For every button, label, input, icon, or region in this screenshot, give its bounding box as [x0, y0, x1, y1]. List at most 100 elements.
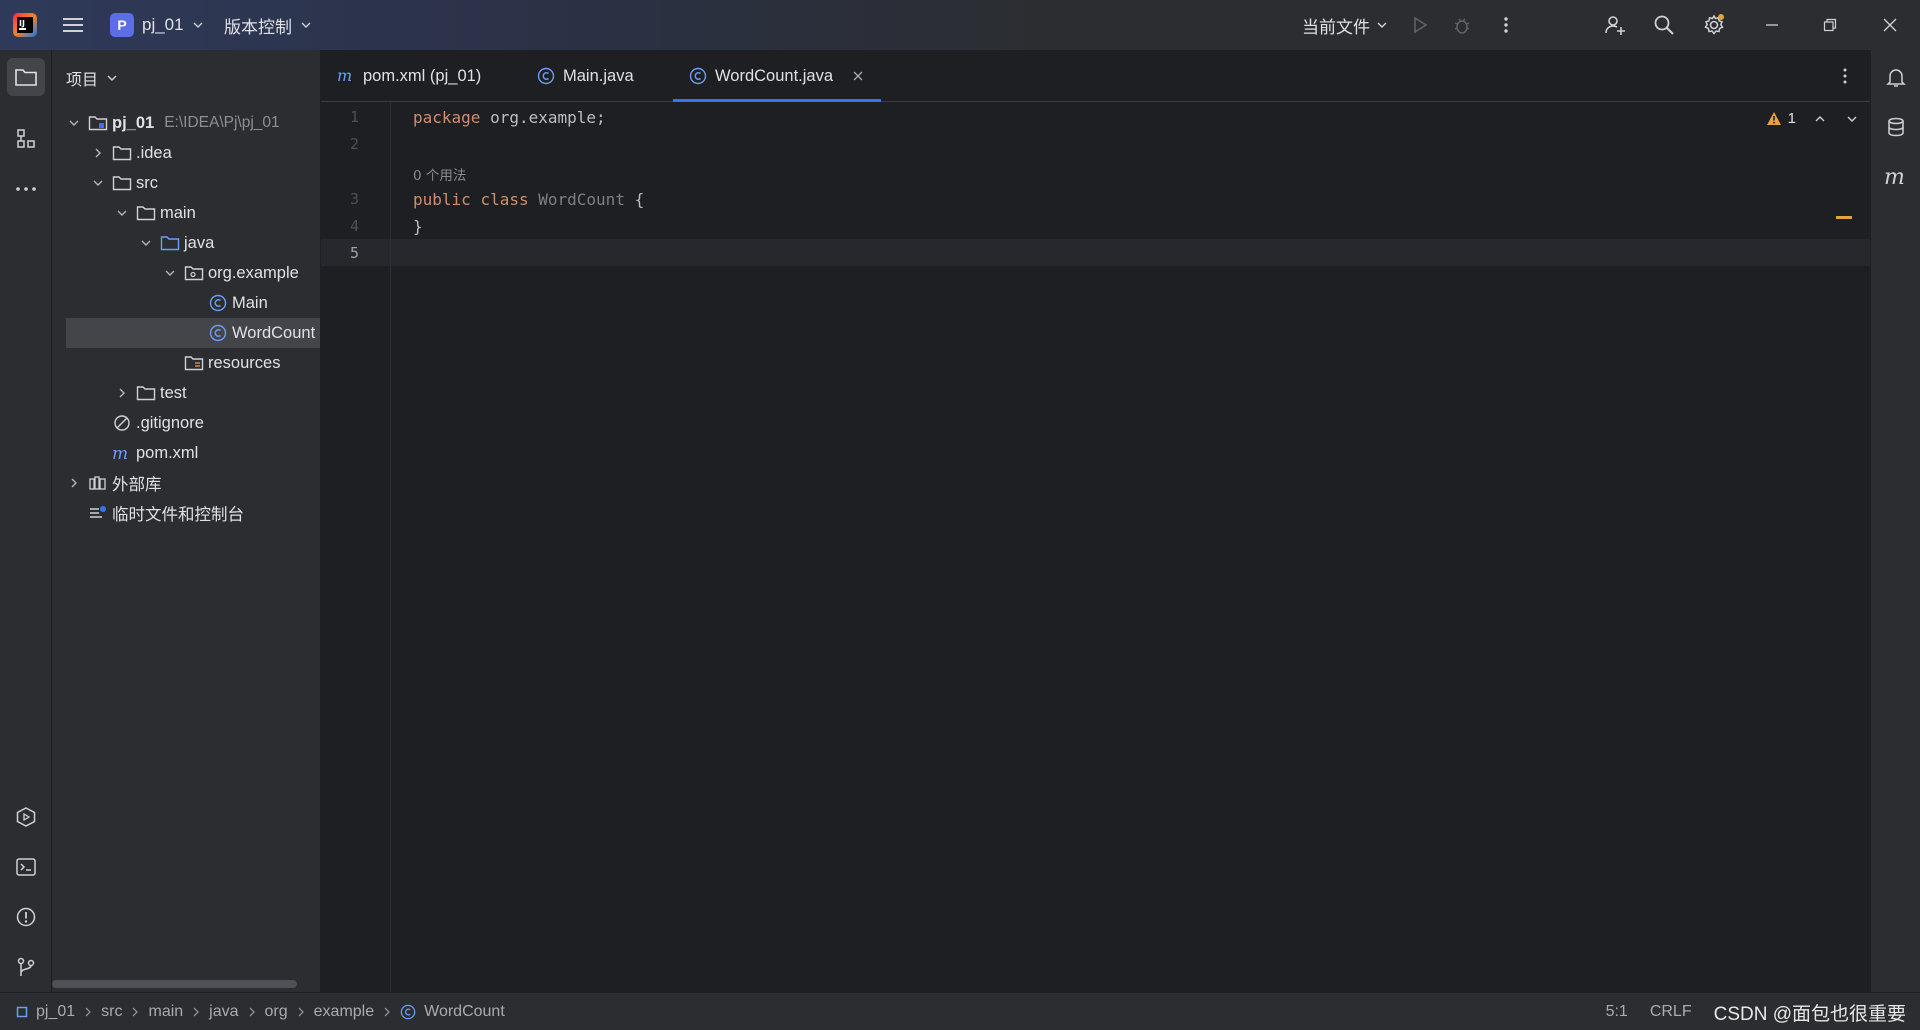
- breadcrumb-item[interactable]: pj_01: [36, 1003, 75, 1021]
- tree-label: 临时文件和控制台: [112, 506, 244, 524]
- tree-label: Main: [232, 293, 268, 312]
- run-icon[interactable]: [1408, 13, 1432, 37]
- breadcrumb-item[interactable]: main: [148, 1003, 183, 1021]
- usages-inlay-hint[interactable]: 0 个用法: [413, 164, 466, 184]
- tree-node-main[interactable]: main: [66, 198, 320, 228]
- chevron-right-icon: [296, 1007, 306, 1017]
- minimize-icon[interactable]: [1760, 13, 1784, 37]
- code-editor[interactable]: package org.example; 0 个用法 public class …: [391, 102, 1871, 992]
- run-config-selector[interactable]: 当前文件: [1302, 12, 1388, 38]
- git-tool-button[interactable]: [7, 948, 45, 986]
- structure-tool-button[interactable]: [7, 120, 45, 158]
- database-icon: [1888, 117, 1904, 137]
- tab-pom-xml[interactable]: m pom.xml (pj_01): [337, 50, 481, 102]
- tree-label: org.example: [208, 263, 299, 282]
- inspection-widget[interactable]: 1: [1766, 110, 1858, 127]
- chevron-down-icon: [107, 75, 117, 81]
- close-window-icon[interactable]: [1878, 13, 1902, 37]
- keyword-public: public: [413, 190, 471, 209]
- restore-icon[interactable]: [1818, 13, 1842, 37]
- tree-node-test[interactable]: test: [66, 378, 320, 408]
- package-icon: [184, 263, 204, 283]
- folder-icon: [136, 383, 156, 403]
- project-view-selector[interactable]: 项目: [66, 66, 118, 90]
- more-actions-icon[interactable]: [1494, 13, 1518, 37]
- database-button[interactable]: [1877, 108, 1915, 146]
- tree-node-gitignore[interactable]: .gitignore: [66, 408, 320, 438]
- line-separator[interactable]: CRLF: [1650, 1003, 1692, 1021]
- module-folder-icon: [88, 113, 108, 133]
- ignore-file-icon: [112, 413, 132, 433]
- tree-node-java[interactable]: java: [66, 228, 320, 258]
- structure-icon: [17, 129, 35, 148]
- caret-position[interactable]: 5:1: [1606, 1003, 1628, 1021]
- project-tool-button[interactable]: [7, 58, 45, 96]
- watermark-text: CSDN @面包也很重要: [1713, 1003, 1906, 1025]
- line-number: 5: [349, 244, 359, 262]
- notifications-button[interactable]: [1877, 58, 1915, 96]
- chevron-down-icon[interactable]: [90, 175, 106, 191]
- code-line-1: package org.example;: [413, 108, 606, 127]
- breadcrumb-item[interactable]: org: [265, 1003, 288, 1021]
- chevron-down-icon: [301, 22, 311, 28]
- chevron-down-icon[interactable]: [66, 115, 82, 131]
- java-class-icon: [400, 1004, 416, 1020]
- chevron-right-icon[interactable]: [66, 475, 82, 491]
- tree-node-package[interactable]: org.example: [66, 258, 320, 288]
- chevron-down-icon[interactable]: [114, 205, 130, 221]
- problems-icon: [16, 907, 36, 927]
- main-menu-icon[interactable]: [62, 15, 84, 35]
- debug-icon[interactable]: [1450, 13, 1474, 37]
- more-tabs-icon[interactable]: [1835, 66, 1855, 86]
- run-config-label: 当前文件: [1302, 17, 1370, 37]
- tree-node-scratches[interactable]: 临时文件和控制台: [66, 498, 320, 528]
- chevron-down-icon[interactable]: [138, 235, 154, 251]
- tree-label: resources: [208, 353, 281, 372]
- svg-text:m: m: [1884, 166, 1905, 188]
- chevron-right-icon: [83, 1007, 93, 1017]
- terminal-icon: [16, 858, 36, 876]
- chevron-right-icon: [382, 1007, 392, 1017]
- tree-label: src: [136, 173, 158, 192]
- close-tab-icon[interactable]: [851, 69, 865, 83]
- source-folder-icon: [160, 233, 180, 253]
- tree-node-project-root[interactable]: pj_01 E:\IDEA\Pj\pj_01: [66, 108, 320, 138]
- add-user-icon[interactable]: [1603, 13, 1627, 37]
- tree-node-pom[interactable]: m pom.xml: [66, 438, 320, 468]
- chevron-right-icon[interactable]: [114, 385, 130, 401]
- tree-node-src[interactable]: src: [66, 168, 320, 198]
- intellij-logo-icon[interactable]: IJ: [12, 12, 38, 38]
- more-tools-button[interactable]: [7, 170, 45, 208]
- tab-main-java[interactable]: Main.java: [537, 50, 634, 102]
- breadcrumb-item[interactable]: example: [314, 1003, 374, 1021]
- chevron-right-icon[interactable]: [90, 145, 106, 161]
- settings-gear-icon[interactable]: [1702, 13, 1726, 37]
- services-tool-button[interactable]: [7, 798, 45, 836]
- warning-stripe-marker[interactable]: [1836, 216, 1852, 219]
- breadcrumb: pj_01 src main java org example WordCoun…: [16, 993, 505, 1030]
- tree-node-resources[interactable]: resources: [66, 348, 320, 378]
- tree-node-external-libraries[interactable]: 外部库: [66, 468, 320, 498]
- tree-node-main-class[interactable]: Main: [66, 288, 320, 318]
- tree-label: pom.xml: [136, 443, 199, 462]
- tree-node-wordcount-class[interactable]: WordCount: [66, 318, 320, 348]
- folder-icon: [15, 69, 37, 86]
- chevron-down-icon[interactable]: [162, 265, 178, 281]
- breadcrumb-item[interactable]: java: [209, 1003, 238, 1021]
- horizontal-scrollbar[interactable]: [52, 980, 297, 988]
- tree-label: .idea: [136, 143, 172, 162]
- warning-icon: [1766, 112, 1781, 125]
- left-tool-strip: [0, 50, 52, 992]
- terminal-tool-button[interactable]: [7, 848, 45, 886]
- breadcrumb-item[interactable]: src: [101, 1003, 122, 1021]
- java-class-icon: [208, 323, 228, 343]
- vcs-menu[interactable]: 版本控制: [224, 12, 312, 38]
- tree-node-idea[interactable]: .idea: [66, 138, 320, 168]
- tab-wordcount-java[interactable]: WordCount.java: [673, 50, 882, 102]
- project-switcher[interactable]: P pj_01: [110, 12, 204, 38]
- problems-tool-button[interactable]: [7, 898, 45, 936]
- breadcrumb-item[interactable]: WordCount: [424, 1003, 505, 1021]
- search-icon[interactable]: [1652, 13, 1676, 37]
- warning-count: 1: [1787, 110, 1796, 127]
- maven-tool-button[interactable]: m: [1877, 158, 1915, 196]
